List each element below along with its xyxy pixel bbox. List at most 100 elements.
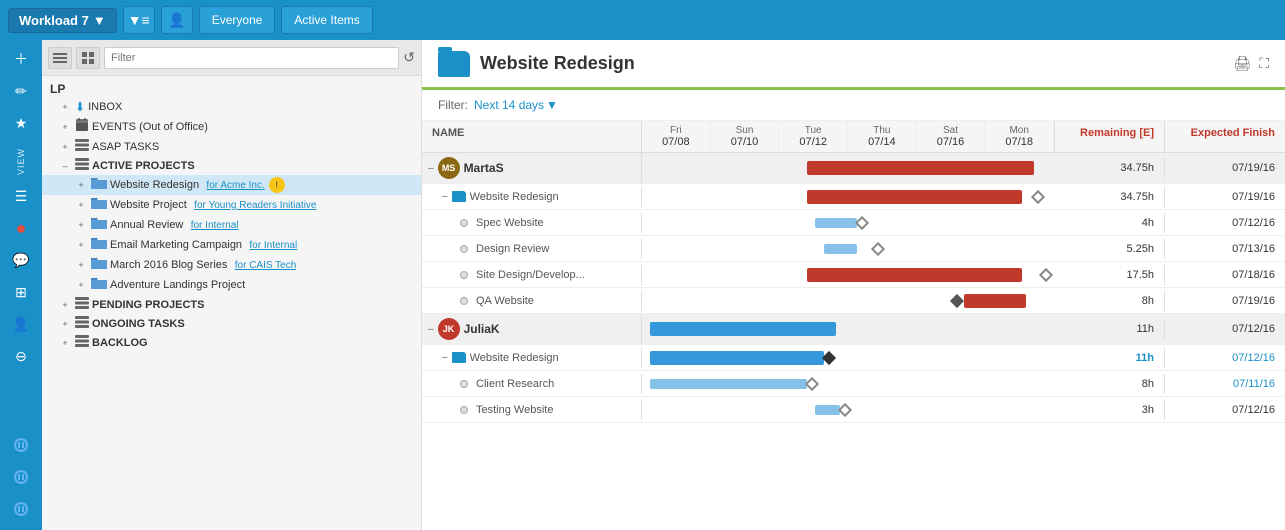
gantt-bar-site-design <box>807 268 1022 282</box>
tree-view-btn-grid[interactable] <box>76 47 100 69</box>
expand-blog-series[interactable]: + <box>74 258 88 272</box>
filter-button[interactable]: ▼≡ <box>123 6 155 34</box>
chat-icon[interactable]: 💬 <box>4 245 38 275</box>
gantt-timeline-juliak <box>642 318 1055 340</box>
gantt-row-name-qa-website: QA Website <box>422 291 642 311</box>
tree-item-events[interactable]: + EVENTS (Out of Office) <box>42 116 421 137</box>
expand-email-marketing[interactable]: + <box>74 238 88 252</box>
gantt-row-qa-website: QA Website 8h 07/19/16 <box>422 288 1285 314</box>
dot-design-review <box>460 245 468 253</box>
gantt-expected-spec-website: 07/12/16 <box>1165 213 1285 233</box>
tree-item-ongoing[interactable]: + ONGOING TASKS <box>42 314 421 333</box>
gantt-row-site-design: Site Design/Develop... 17.5h 07/18/16 <box>422 262 1285 288</box>
gantt-remaining-qa-website: 8h <box>1055 291 1165 311</box>
gantt-expected-martas: 07/19/16 <box>1165 158 1285 178</box>
expand-asap[interactable]: + <box>58 140 72 154</box>
tree-item-website-project[interactable]: + Website Project for Young Readers Init… <box>42 195 421 215</box>
filter-value-button[interactable]: Next 14 days ▼ <box>474 98 558 112</box>
user-icon[interactable]: 👤 <box>4 309 38 339</box>
tree-filter-input[interactable] <box>104 47 399 69</box>
tree-refresh-button[interactable]: ↺ <box>403 49 415 66</box>
gantt-bar-container-juliak <box>642 320 1055 338</box>
pause3-icon[interactable] <box>4 494 38 524</box>
list-view-icon[interactable]: ☰ <box>4 181 38 211</box>
acme-link[interactable]: for Acme Inc. <box>206 180 264 191</box>
expand-martas-wr[interactable]: – <box>428 191 448 202</box>
expand-events[interactable]: + <box>58 120 72 134</box>
tree-item-pending[interactable]: + PENDING PROJECTS <box>42 295 421 314</box>
gantt-row-name-juliak-wr: – Website Redesign <box>422 348 642 368</box>
expand-martas[interactable]: – <box>428 163 434 174</box>
gantt-expected-site-design: 07/18/16 <box>1165 265 1285 285</box>
gantt-row-juliak: – JK JuliaK 11h 07/12/16 <box>422 314 1285 345</box>
active-items-button[interactable]: Active Items <box>281 6 372 34</box>
tree-item-active-projects[interactable]: – ACTIVE PROJECTS <box>42 156 421 175</box>
expand-active-projects[interactable]: – <box>58 159 72 173</box>
tree-item-email-marketing[interactable]: + Email Marketing Campaign for Internal <box>42 235 421 255</box>
diamond-martas-wr <box>1031 189 1045 203</box>
active-projects-icon <box>75 158 89 173</box>
pause-icons <box>4 430 38 530</box>
expand-website-project[interactable]: + <box>74 198 88 212</box>
tree-root[interactable]: LP <box>42 80 421 98</box>
tree-item-inbox[interactable]: + ⬇ INBOX <box>42 98 421 116</box>
expand-website-redesign[interactable]: + <box>74 178 88 192</box>
gantt-remaining-spec-website: 4h <box>1055 213 1165 233</box>
gantt-expected-header: Expected Finish <box>1165 121 1285 152</box>
young-readers-link[interactable]: for Young Readers Initiative <box>194 200 316 211</box>
grid-icon[interactable]: ⊞ <box>4 277 38 307</box>
expand-juliak[interactable]: – <box>428 324 434 335</box>
tree-item-blog-series[interactable]: + March 2016 Blog Series for CAIS Tech <box>42 255 421 275</box>
expand-ongoing[interactable]: + <box>58 317 72 331</box>
gantt-day-3: Thu 07/14 <box>848 121 917 152</box>
gantt-remaining-testing-website: 3h <box>1055 400 1165 420</box>
website-redesign-badge: ! <box>269 177 285 193</box>
star-icon[interactable]: ★ <box>4 108 38 138</box>
pause1-icon[interactable] <box>4 430 38 460</box>
expand-pending[interactable]: + <box>58 298 72 312</box>
pause2-icon[interactable] <box>4 462 38 492</box>
expand-button[interactable]: ⛶ <box>1259 55 1269 72</box>
expand-juliak-wr[interactable]: – <box>428 352 448 363</box>
gantt-bar-container-site-design <box>642 266 1055 284</box>
cais-tech-link[interactable]: for CAIS Tech <box>235 260 297 271</box>
gantt-bar-container-design-review <box>642 240 1055 258</box>
dot-qa-website <box>460 297 468 305</box>
diamond-client-research <box>805 376 819 390</box>
gantt-bar-juliak <box>650 322 836 336</box>
expand-backlog[interactable]: + <box>58 336 72 350</box>
folder-juliak-wr <box>452 352 466 363</box>
gantt-timeline-client-research <box>642 373 1055 395</box>
tree-item-backlog[interactable]: + BACKLOG <box>42 333 421 352</box>
tree-item-adventure[interactable]: + Adventure Landings Project <box>42 275 421 295</box>
dot-client-research <box>460 380 468 388</box>
edit-icon[interactable]: ✏ <box>4 76 38 106</box>
tree-item-asap[interactable]: + ASAP TASKS <box>42 137 421 156</box>
add-icon[interactable]: ＋ <box>4 44 38 74</box>
diamond-spec-website <box>855 215 869 229</box>
expand-adventure[interactable]: + <box>74 278 88 292</box>
settings-icon[interactable]: ⊖ <box>4 341 38 371</box>
tree-item-annual-review[interactable]: + Annual Review for Internal <box>42 215 421 235</box>
internal-link-1[interactable]: for Internal <box>191 220 239 231</box>
expand-annual-review[interactable]: + <box>74 218 88 232</box>
print-button[interactable]: 🖨 <box>1233 55 1251 72</box>
person-filter-button[interactable]: 👤 <box>161 6 193 34</box>
gantt-remaining-juliak: 11h <box>1055 319 1165 339</box>
filter-bar: Filter: Next 14 days ▼ <box>422 90 1285 121</box>
tree-item-website-redesign[interactable]: + Website Redesign for Acme Inc. ! <box>42 175 421 195</box>
gantt-row-martas: – MS MartaS 34.75h 07/19/16 <box>422 153 1285 184</box>
tree-view-btn-list[interactable] <box>48 47 72 69</box>
gantt-remaining-header: Remaining [E] <box>1055 121 1165 152</box>
everyone-button[interactable]: Everyone <box>199 6 276 34</box>
expand-inbox[interactable]: + <box>58 100 72 114</box>
diamond-testing-website <box>838 402 852 416</box>
gantt-timeline-header: Fri 07/08 Sun 07/10 Tue 07/12 Thu 07/14 <box>642 121 1055 152</box>
workload-button[interactable]: Workload 7 ▼ <box>8 8 117 33</box>
tree-root-label: LP <box>50 82 65 96</box>
internal-link-2[interactable]: for Internal <box>249 240 297 251</box>
filter-label: Filter: <box>438 98 468 112</box>
gantt-bar-container-juliak-wr <box>642 349 1055 367</box>
notification-icon[interactable]: ● <box>4 213 38 243</box>
main-content: Website Redesign 🖨 ⛶ Filter: Next 14 day… <box>422 40 1285 530</box>
